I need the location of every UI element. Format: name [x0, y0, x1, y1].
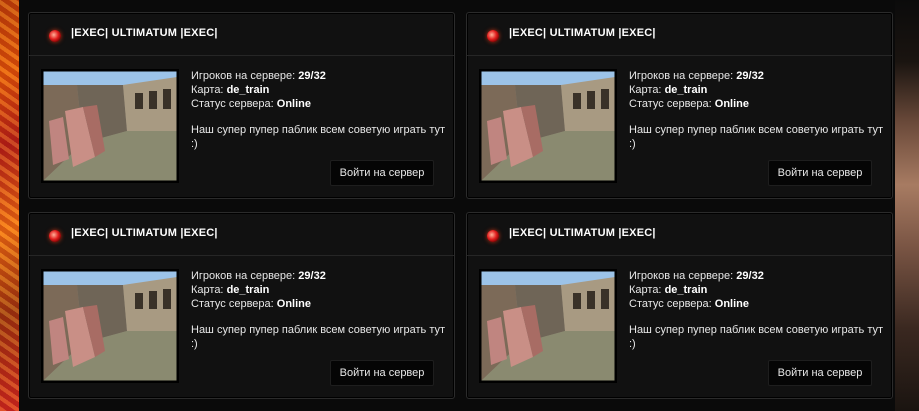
players-value: 29/32 [736, 270, 764, 282]
status-row: Статус сервера: Online [191, 297, 446, 311]
status-label: Статус сервера: [629, 98, 712, 110]
players-label: Игроков на сервере: [191, 270, 296, 282]
status-label: Статус сервера: [191, 298, 274, 310]
server-card-header: |EXEC| ULTIMATUM |EXEC| [467, 13, 892, 56]
map-row: Карта: de_train [191, 83, 446, 97]
server-description: Наш супер пупер паблик всем советую игра… [629, 324, 884, 350]
map-thumbnail [41, 269, 179, 383]
server-info: Игроков на сервере: 29/32 Карта: de_trai… [629, 269, 884, 351]
status-label: Статус сервера: [629, 298, 712, 310]
map-label: Карта: [191, 284, 224, 296]
server-card-header: |EXEC| ULTIMATUM |EXEC| [29, 13, 454, 56]
map-row: Карта: de_train [629, 283, 884, 297]
server-info: Игроков на сервере: 29/32 Карта: de_trai… [191, 269, 446, 351]
players-label: Игроков на сервере: [629, 70, 734, 82]
server-card: |EXEC| ULTIMATUM |EXEC| Игроков на серве… [466, 12, 893, 199]
server-description: Наш супер пупер паблик всем советую игра… [191, 124, 446, 150]
players-value: 29/32 [298, 270, 326, 282]
map-label: Карта: [629, 284, 662, 296]
server-card: |EXEC| ULTIMATUM |EXEC| Игроков на серве… [28, 212, 455, 399]
server-card: |EXEC| ULTIMATUM |EXEC| Игроков на серве… [466, 212, 893, 399]
map-label: Карта: [629, 84, 662, 96]
map-thumbnail [41, 69, 179, 183]
status-value: Online [714, 98, 749, 110]
players-row: Игроков на сервере: 29/32 [191, 269, 446, 283]
status-value: Online [714, 298, 749, 310]
status-row: Статус сервера: Online [629, 297, 884, 311]
map-value: de_train [664, 84, 708, 96]
server-info: Игроков на сервере: 29/32 Карта: de_trai… [191, 69, 446, 151]
server-info: Игроков на сервере: 29/32 Карта: de_trai… [629, 69, 884, 151]
server-name[interactable]: |EXEC| ULTIMATUM |EXEC| [509, 27, 656, 39]
map-value: de_train [226, 284, 270, 296]
map-row: Карта: de_train [629, 83, 884, 97]
map-value: de_train [226, 84, 270, 96]
status-value: Online [276, 298, 311, 310]
status-label: Статус сервера: [191, 98, 274, 110]
join-server-button[interactable]: Войти на сервер [768, 360, 872, 386]
server-name[interactable]: |EXEC| ULTIMATUM |EXEC| [71, 27, 218, 39]
players-value: 29/32 [736, 70, 764, 82]
server-card: |EXEC| ULTIMATUM |EXEC| Игроков на серве… [28, 12, 455, 199]
players-label: Игроков на сервере: [191, 70, 296, 82]
server-description: Наш супер пупер паблик всем советую игра… [191, 324, 446, 350]
map-label: Карта: [191, 84, 224, 96]
join-server-button[interactable]: Войти на сервер [768, 160, 872, 186]
players-label: Игроков на сервере: [629, 270, 734, 282]
server-description: Наш супер пупер паблик всем советую игра… [629, 124, 884, 150]
status-row: Статус сервера: Online [191, 97, 446, 111]
status-row: Статус сервера: Online [629, 97, 884, 111]
server-name[interactable]: |EXEC| ULTIMATUM |EXEC| [509, 227, 656, 239]
join-server-button[interactable]: Войти на сервер [330, 360, 434, 386]
server-list: |EXEC| ULTIMATUM |EXEC| Игроков на серве… [19, 0, 895, 411]
status-value: Online [276, 98, 311, 110]
server-status-icon [487, 230, 499, 242]
server-card-header: |EXEC| ULTIMATUM |EXEC| [467, 213, 892, 256]
map-thumbnail [479, 69, 617, 183]
map-thumbnail [479, 269, 617, 383]
server-status-icon [49, 30, 61, 42]
server-status-icon [49, 230, 61, 242]
players-row: Игроков на сервере: 29/32 [629, 269, 884, 283]
players-row: Игроков на сервере: 29/32 [191, 69, 446, 83]
players-value: 29/32 [298, 70, 326, 82]
background-art-right [894, 0, 919, 411]
map-row: Карта: de_train [191, 283, 446, 297]
server-status-icon [487, 30, 499, 42]
players-row: Игроков на сервере: 29/32 [629, 69, 884, 83]
map-value: de_train [664, 284, 708, 296]
server-card-header: |EXEC| ULTIMATUM |EXEC| [29, 213, 454, 256]
server-name[interactable]: |EXEC| ULTIMATUM |EXEC| [71, 227, 218, 239]
join-server-button[interactable]: Войти на сервер [330, 160, 434, 186]
